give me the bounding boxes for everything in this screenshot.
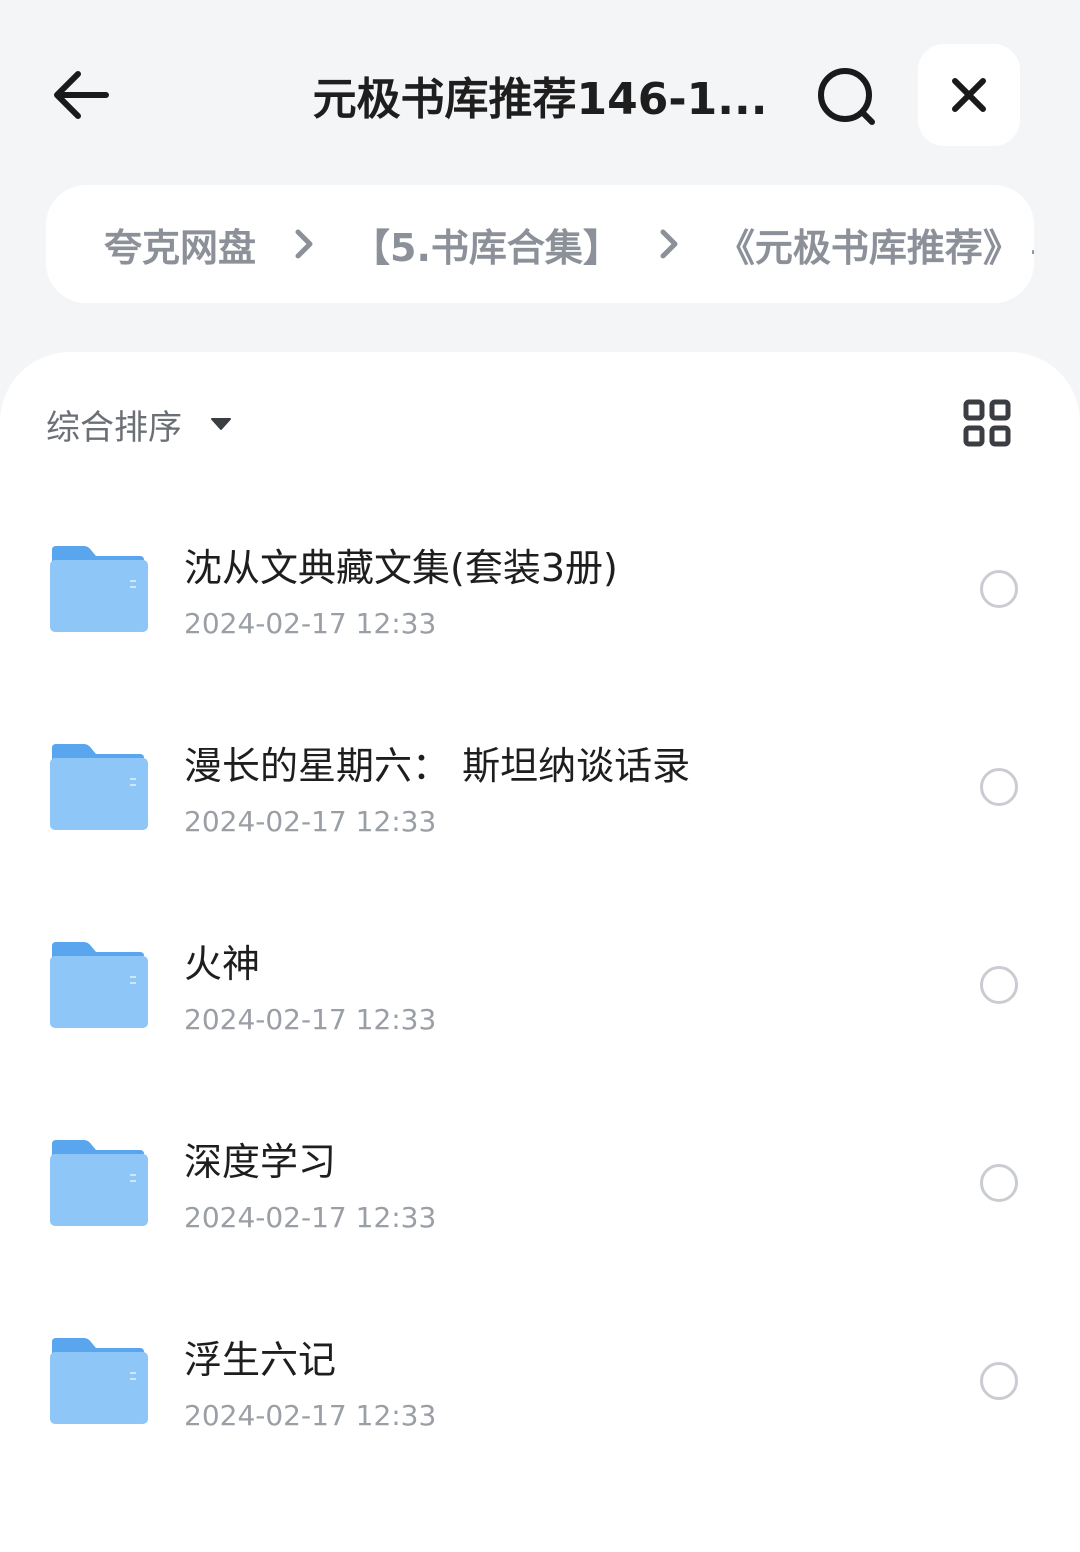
breadcrumb-item-collection[interactable]: 【5.书库合集】 (352, 217, 621, 272)
select-checkbox[interactable] (980, 570, 1018, 608)
file-name: 漫长的星期六： 斯坦纳谈话录 (184, 744, 691, 788)
file-name: 沈从文典藏文集(套装3册) (184, 546, 618, 590)
caret-down-icon (211, 418, 231, 430)
page-title: 元极书库推荐146-1... (312, 74, 768, 125)
close-icon (952, 78, 986, 112)
breadcrumb: 夸克网盘 【5.书库合集】 《元极书库推荐》 . (46, 185, 1034, 303)
sort-label: 综合排序 (46, 407, 182, 448)
chevron-right-icon (286, 226, 322, 262)
file-date: 2024-02-17 12:33 (184, 1399, 437, 1432)
search-button[interactable] (812, 62, 882, 132)
grid-view-icon (963, 399, 1011, 447)
folder-icon (50, 1140, 148, 1226)
list-item[interactable]: 深度学习 2024-02-17 12:33 (0, 1084, 1080, 1282)
select-checkbox[interactable] (980, 768, 1018, 806)
list-item[interactable]: 沈从文典藏文集(套装3册) 2024-02-17 12:33 (0, 490, 1080, 688)
file-date: 2024-02-17 12:33 (184, 1003, 437, 1036)
back-button[interactable] (48, 62, 114, 128)
select-checkbox[interactable] (980, 1362, 1018, 1400)
list-item[interactable]: 漫长的星期六： 斯坦纳谈话录 2024-02-17 12:33 (0, 688, 1080, 886)
folder-icon (50, 744, 148, 830)
chevron-right-icon (651, 226, 687, 262)
select-checkbox[interactable] (980, 1164, 1018, 1202)
file-name: 浮生六记 (184, 1338, 337, 1382)
select-checkbox[interactable] (980, 966, 1018, 1004)
file-name: 火神 (184, 942, 261, 986)
file-date: 2024-02-17 12:33 (184, 1201, 437, 1234)
folder-icon (50, 546, 148, 632)
folder-icon (50, 942, 148, 1028)
top-bar: 元极书库推荐146-1... (0, 0, 1080, 185)
close-button[interactable] (918, 44, 1020, 146)
file-list: 沈从文典藏文集(套装3册) 2024-02-17 12:33 漫长的星期六： 斯… (0, 490, 1080, 1480)
search-icon (818, 68, 875, 125)
list-item[interactable]: 浮生六记 2024-02-17 12:33 (0, 1282, 1080, 1480)
list-item[interactable]: 火神 2024-02-17 12:33 (0, 886, 1080, 1084)
file-date: 2024-02-17 12:33 (184, 805, 437, 838)
breadcrumb-overflow: . (1029, 227, 1034, 262)
sort-dropdown[interactable]: 综合排序 (46, 400, 232, 448)
breadcrumb-item-current[interactable]: 《元极书库推荐》 (717, 217, 1021, 272)
file-date: 2024-02-17 12:33 (184, 607, 437, 640)
view-toggle-button[interactable] (962, 398, 1012, 448)
folder-icon (50, 1338, 148, 1424)
arrow-left-icon (54, 71, 109, 119)
file-name: 深度学习 (184, 1140, 337, 1184)
breadcrumb-item-root[interactable]: 夸克网盘 (104, 217, 256, 272)
